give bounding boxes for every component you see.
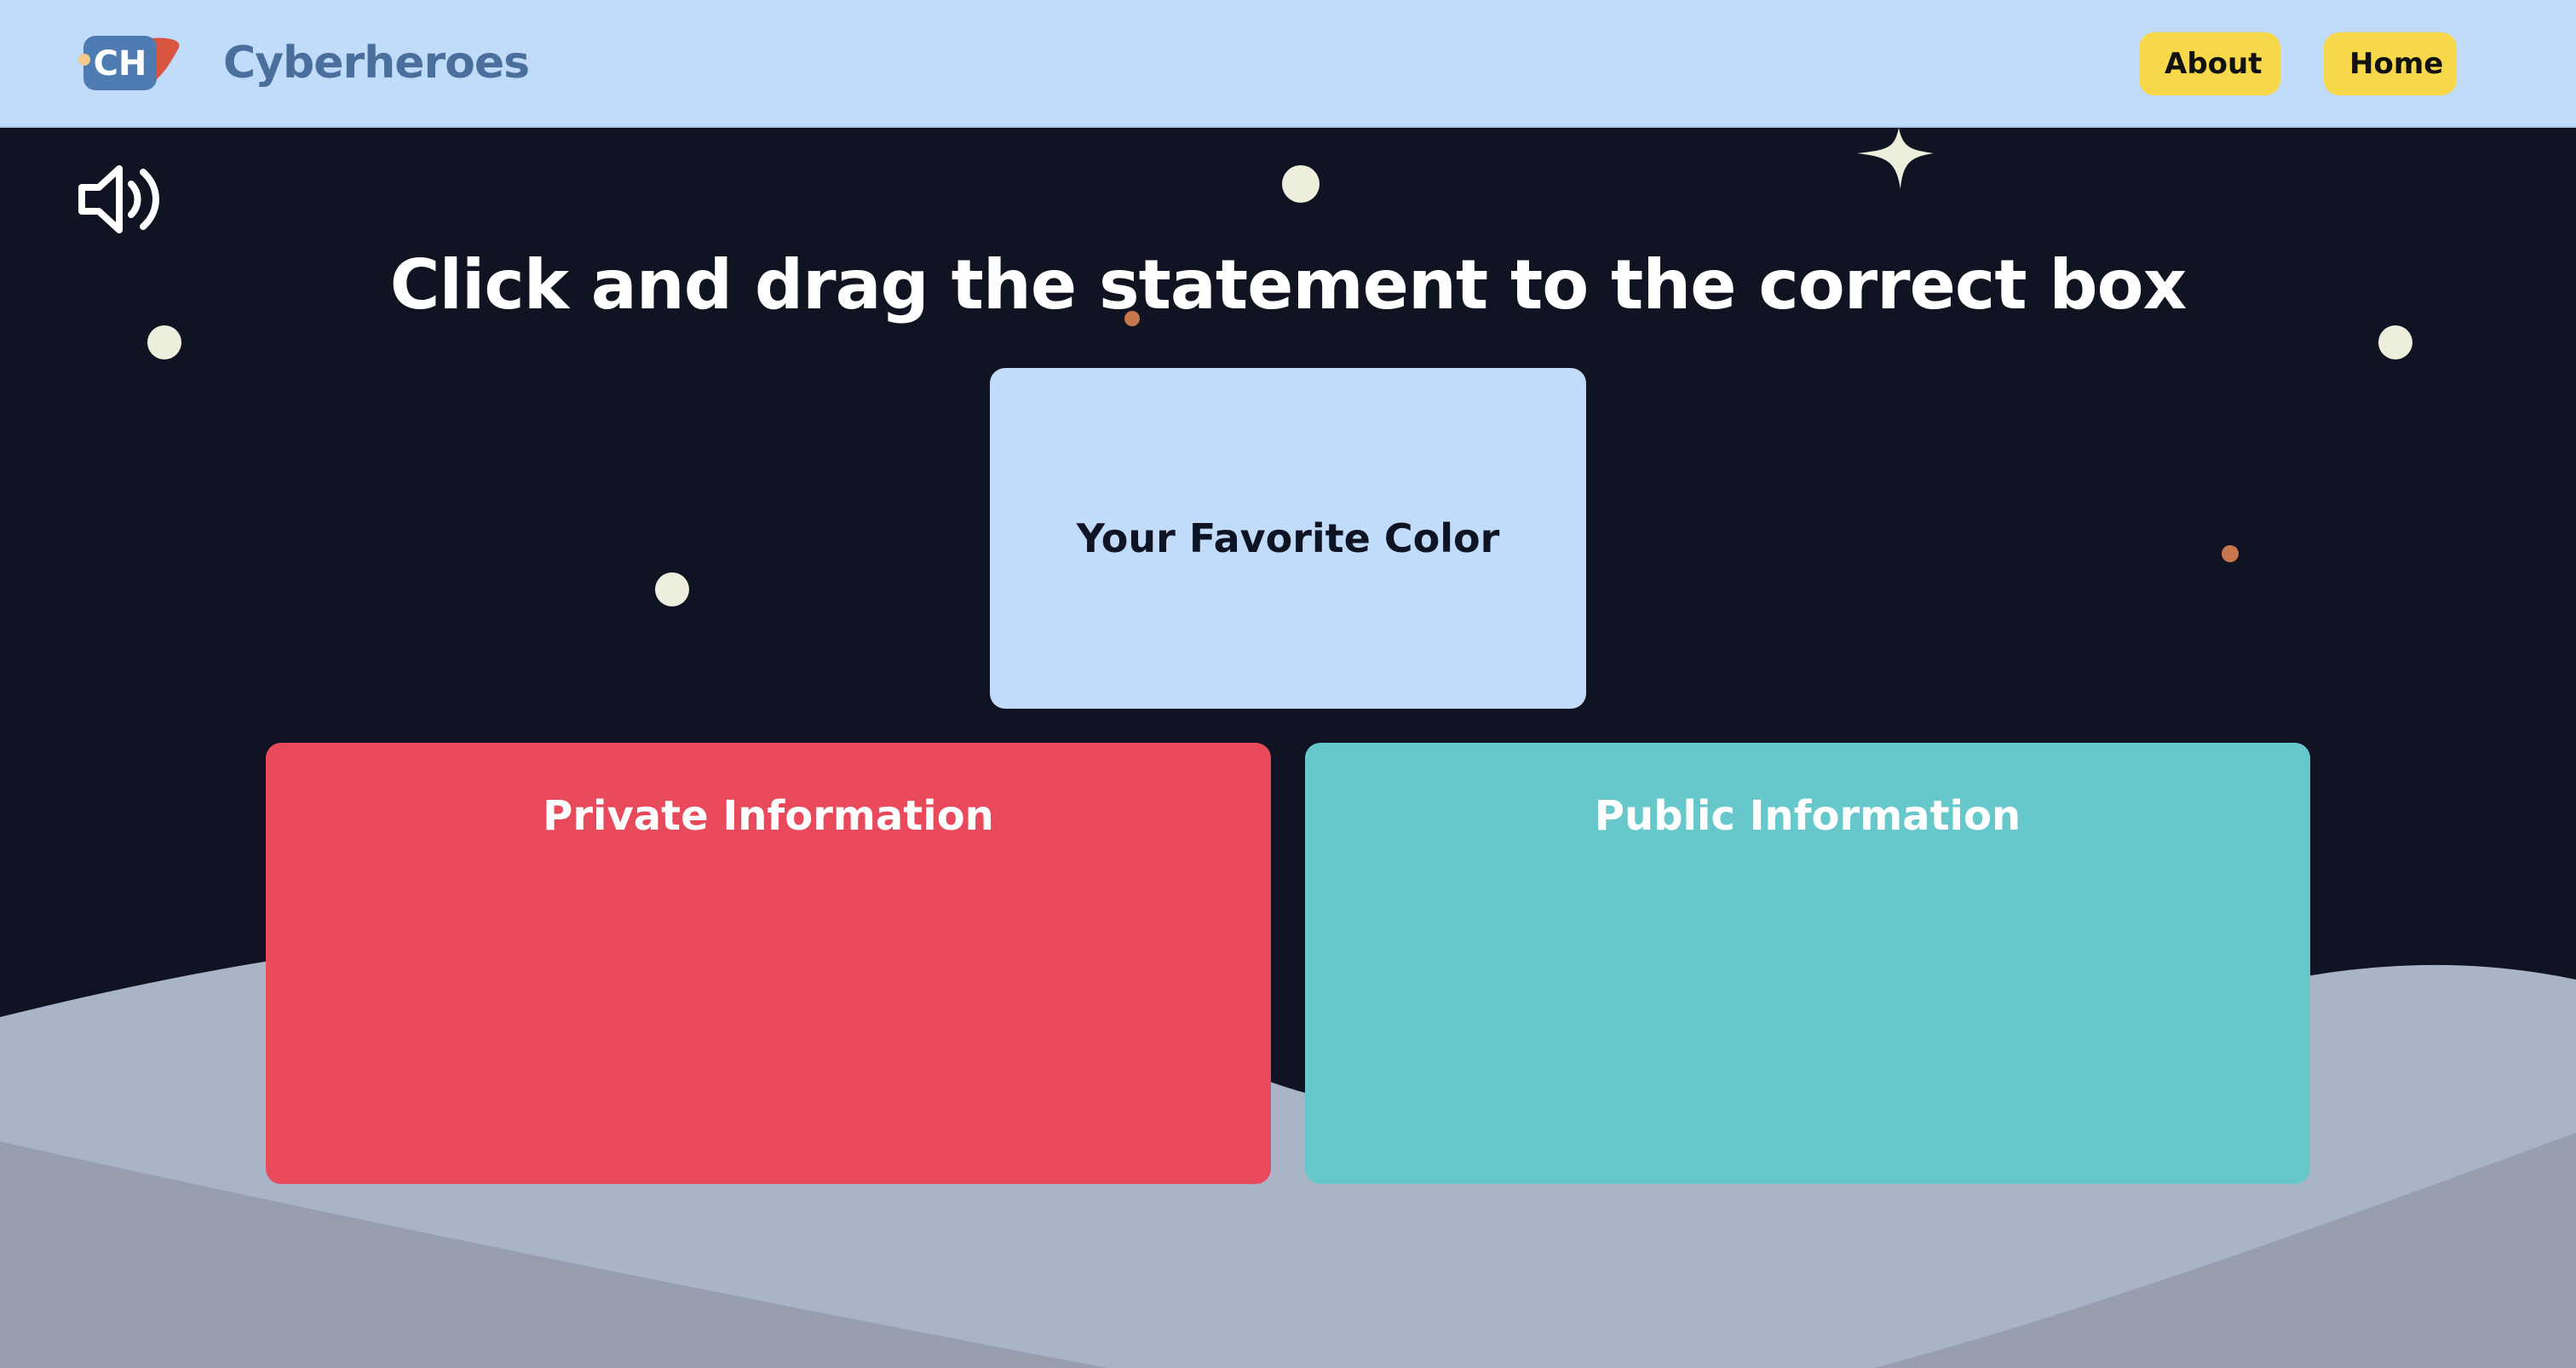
- speaker-icon[interactable]: [75, 160, 167, 239]
- home-button[interactable]: Home: [2324, 32, 2457, 95]
- brand-name[interactable]: Cyberheroes: [223, 31, 530, 95]
- public-information-drop-box[interactable]: Public Information: [1305, 743, 2310, 1184]
- public-information-label: Public Information: [1594, 792, 2021, 840]
- game-area: Click and drag the statement to the corr…: [0, 128, 2576, 1368]
- top-navbar: CH Cyberheroes About Home: [0, 0, 2576, 128]
- cyberheroes-logo-icon[interactable]: CH: [77, 31, 184, 95]
- draggable-statement-card[interactable]: Your Favorite Color: [990, 368, 1586, 709]
- private-information-drop-box[interactable]: Private Information: [266, 743, 1271, 1184]
- statement-text: Your Favorite Color: [1076, 515, 1500, 561]
- instruction-heading: Click and drag the statement to the corr…: [389, 245, 2187, 325]
- about-button[interactable]: About: [2139, 32, 2280, 95]
- logo-text: CH: [94, 44, 147, 83]
- private-information-label: Private Information: [543, 792, 994, 840]
- sparkle-star-icon: [1857, 128, 1934, 189]
